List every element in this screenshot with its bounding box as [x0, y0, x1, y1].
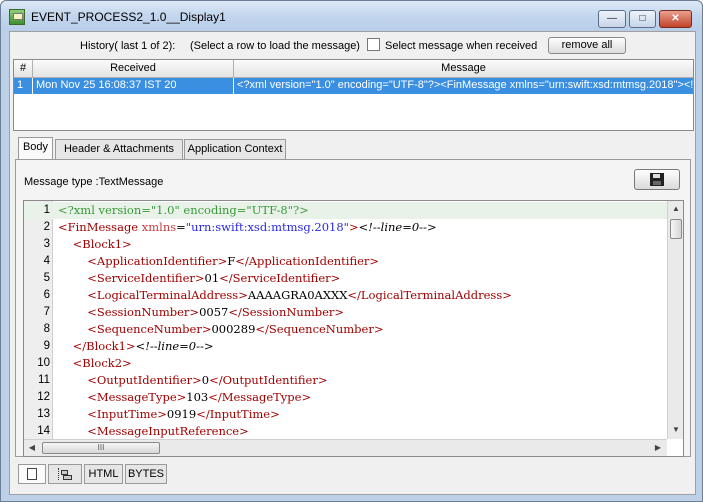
app-window: EVENT_PROCESS2_1.0__Display1 — □ ✕ Histo… — [0, 0, 703, 502]
vertical-scrollbar[interactable]: ▲ ▼ — [667, 201, 683, 439]
column-header-received[interactable]: Received — [33, 60, 234, 78]
row-index: 1 — [14, 78, 33, 94]
scroll-up-icon[interactable]: ▲ — [668, 201, 683, 217]
history-hint: (Select a row to load the message) — [190, 40, 360, 52]
line-number: 10 — [37, 357, 50, 369]
code-line[interactable]: 10 <Block2> — [24, 355, 667, 372]
line-number: 13 — [37, 408, 50, 420]
table-row[interactable]: 1 Mon Nov 25 16:08:37 IST 20 <?xml versi… — [14, 78, 693, 94]
line-number: 8 — [43, 323, 50, 335]
column-header-message[interactable]: Message — [234, 60, 693, 78]
tab-text-view[interactable] — [18, 464, 46, 484]
floppy-disk-icon — [650, 173, 664, 186]
line-number: 2 — [43, 221, 50, 233]
tab-tree-view[interactable] — [48, 464, 82, 484]
code-line[interactable]: 7 <SessionNumber>0057</SessionNumber> — [24, 304, 667, 321]
tab-body[interactable]: Body — [18, 137, 53, 160]
minimize-button[interactable]: — — [598, 10, 626, 28]
remove-all-button[interactable]: remove all — [548, 37, 626, 54]
history-table: # Received Message 1 Mon Nov 25 16:08:37… — [13, 59, 694, 131]
body-panel: Message type :TextMessage 1 <?xml version… — [15, 159, 691, 457]
line-number: 14 — [37, 425, 50, 437]
code-line[interactable]: 5 <ServiceIdentifier>01</ServiceIdentifi… — [24, 270, 667, 287]
code-line[interactable]: 1 <?xml version="1.0" encoding="UTF-8"?> — [24, 202, 667, 219]
window-title: EVENT_PROCESS2_1.0__Display1 — [31, 10, 226, 24]
column-header-index[interactable]: # — [14, 60, 33, 78]
history-label: History( last 1 of 2): — [80, 40, 176, 52]
tab-html[interactable]: HTML — [84, 464, 123, 484]
code-line[interactable]: 9 </Block1><!--line=0--> — [24, 338, 667, 355]
tab-application-context[interactable]: Application Context — [184, 139, 286, 159]
history-bar: History( last 1 of 2): (Select a row to … — [10, 32, 695, 58]
code-line[interactable]: 11 <OutputIdentifier>0</OutputIdentifier… — [24, 372, 667, 389]
row-received: Mon Nov 25 16:08:37 IST 20 — [33, 78, 234, 94]
message-type-label: Message type :TextMessage — [24, 176, 164, 188]
line-number: 7 — [43, 306, 50, 318]
xml-editor[interactable]: 1 <?xml version="1.0" encoding="UTF-8"?> … — [23, 200, 684, 457]
title-bar[interactable]: EVENT_PROCESS2_1.0__Display1 — □ ✕ — [1, 1, 702, 31]
line-number: 12 — [37, 391, 50, 403]
tab-header-attachments[interactable]: Header & Attachments — [55, 139, 183, 159]
save-button[interactable] — [634, 169, 680, 190]
code-line[interactable]: 8 <SequenceNumber>000289</SequenceNumber… — [24, 321, 667, 338]
code-line[interactable]: 4 <ApplicationIdentifier>F</ApplicationI… — [24, 253, 667, 270]
close-button[interactable]: ✕ — [659, 10, 692, 28]
scroll-down-icon[interactable]: ▼ — [668, 422, 683, 438]
line-number: 4 — [43, 255, 50, 267]
code-line[interactable]: 14 <MessageInputReference> — [24, 423, 667, 440]
vertical-scroll-thumb[interactable] — [670, 219, 682, 239]
line-number: 5 — [43, 272, 50, 284]
horizontal-scrollbar[interactable]: ◀ III ▶ — [24, 439, 667, 456]
line-number: 9 — [43, 340, 50, 352]
code-line[interactable]: 3 <Block1> — [24, 236, 667, 253]
scroll-right-icon[interactable]: ▶ — [650, 440, 666, 456]
row-message: <?xml version="1.0" encoding="UTF-8"?><F… — [237, 79, 693, 91]
line-number: 6 — [43, 289, 50, 301]
scroll-left-icon[interactable]: ◀ — [24, 440, 40, 456]
code-line[interactable]: 6 <LogicalTerminalAddress>AAAAGRA0AXXX</… — [24, 287, 667, 304]
client-area: History( last 1 of 2): (Select a row to … — [9, 31, 696, 495]
tree-icon — [58, 468, 72, 480]
code-line[interactable]: 13 <InputTime>0919</InputTime> — [24, 406, 667, 423]
line-number: 1 — [43, 204, 50, 216]
line-number: 3 — [43, 238, 50, 250]
tab-bytes[interactable]: BYTES — [125, 464, 167, 484]
horizontal-scroll-thumb[interactable]: III — [42, 442, 160, 454]
code-line[interactable]: 12 <MessageType>103</MessageType> — [24, 389, 667, 406]
app-window-icon — [9, 9, 25, 25]
select-when-received-checkbox[interactable] — [367, 38, 380, 51]
select-when-received-label[interactable]: Select message when received — [385, 40, 537, 52]
maximize-button[interactable]: □ — [629, 10, 656, 28]
document-icon — [27, 468, 37, 480]
code-line[interactable]: 2 <FinMessage xmlns="urn:swift:xsd:mtmsg.… — [24, 219, 667, 236]
line-number: 11 — [38, 374, 50, 386]
